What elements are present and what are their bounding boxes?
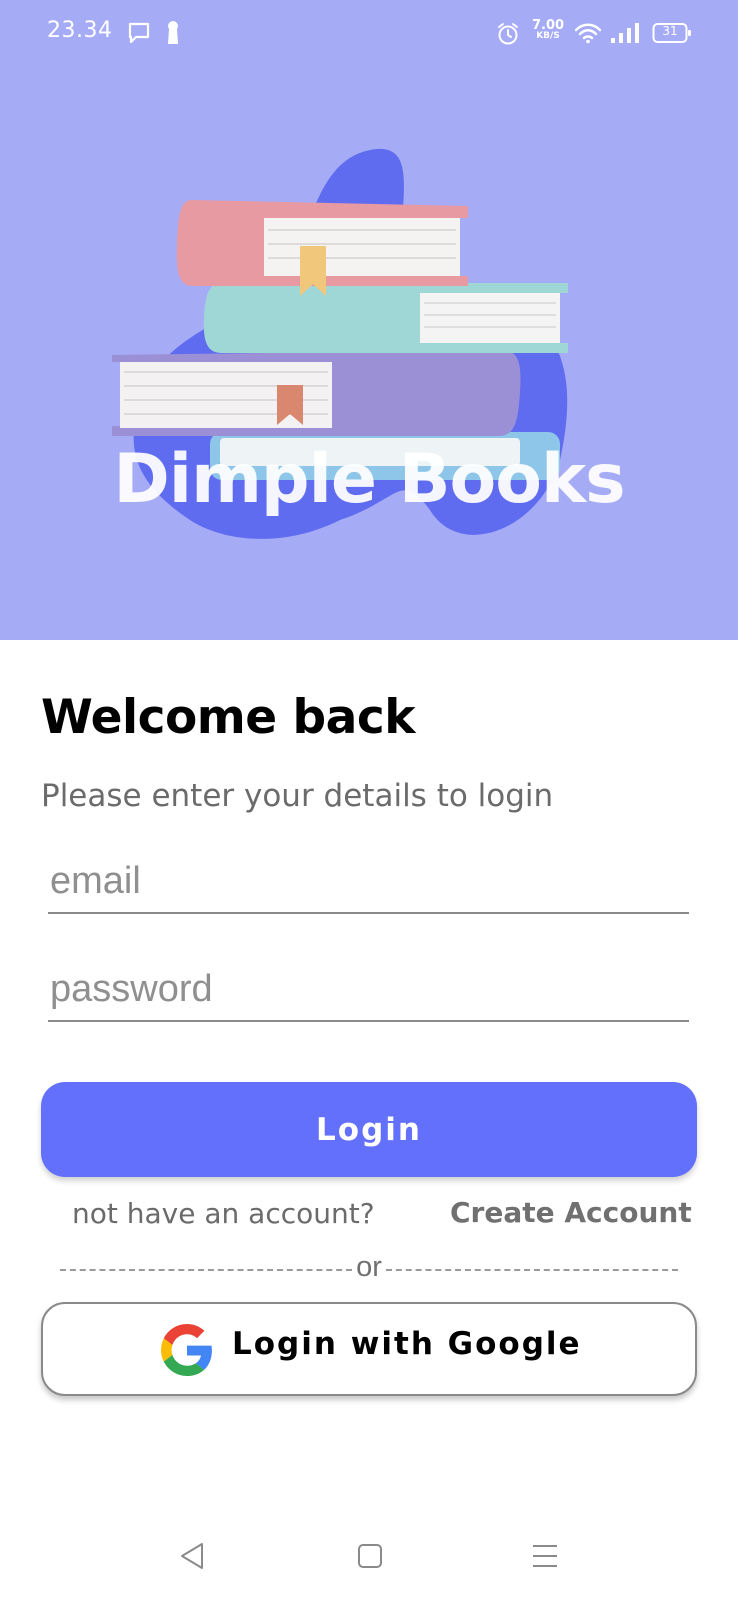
wifi-icon (574, 23, 602, 44)
divider-line-right (386, 1269, 678, 1271)
hero-banner: Dimple Books 23.34 7.00 KB/S 31 (0, 0, 738, 640)
status-bar: 23.34 7.00 KB/S 31 (0, 0, 738, 66)
email-field[interactable] (48, 850, 689, 914)
home-icon[interactable] (356, 1542, 384, 1570)
google-login-label: Login with Google (232, 1326, 582, 1362)
alarm-icon (498, 23, 518, 45)
network-speed-unit: KB/S (536, 31, 560, 41)
password-field[interactable] (48, 958, 689, 1022)
divider-line-left (60, 1269, 352, 1271)
or-divider: or (60, 1251, 678, 1285)
network-speed: 7.00 KB/S (532, 18, 565, 42)
book-teal (203, 283, 569, 353)
message-icon (128, 22, 150, 44)
book-pink (176, 200, 468, 296)
menu-icon[interactable] (531, 1542, 559, 1570)
book-purple (112, 350, 521, 436)
login-button[interactable]: Login (41, 1082, 697, 1177)
status-time: 23.34 (47, 18, 113, 43)
signal-icon (611, 23, 639, 43)
create-account-link[interactable]: Create Account (450, 1196, 692, 1229)
back-icon[interactable] (178, 1540, 206, 1572)
divider-or-text: or (356, 1251, 382, 1283)
brand-title: Dimple Books (113, 440, 625, 519)
network-speed-value: 7.00 (532, 18, 565, 33)
system-nav-bar (0, 1520, 738, 1600)
google-icon (161, 1324, 212, 1376)
battery-level: 31 (662, 24, 678, 38)
keyhole-icon (168, 21, 178, 44)
login-subtitle: Please enter your details to login (41, 778, 554, 814)
welcome-heading: Welcome back (41, 690, 416, 745)
no-account-text: not have an account? (72, 1197, 375, 1230)
google-login-button[interactable]: Login with Google (41, 1302, 697, 1396)
